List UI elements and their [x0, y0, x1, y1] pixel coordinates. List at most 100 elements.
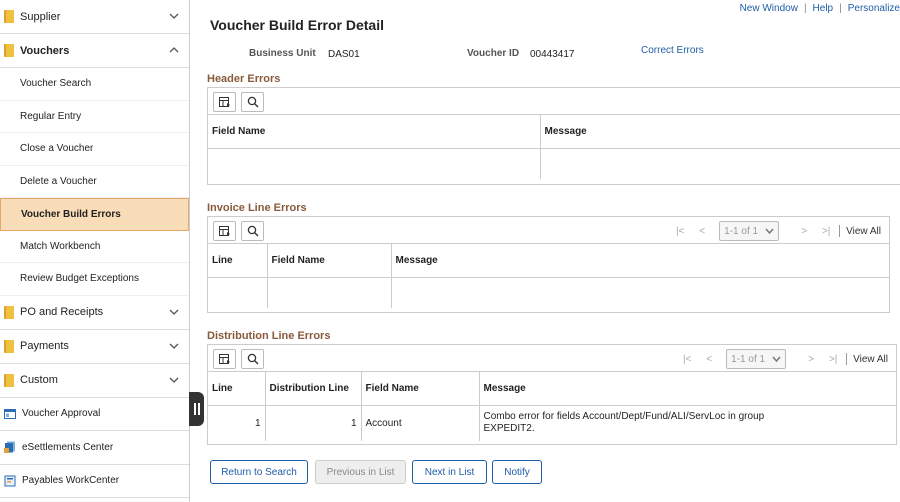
- grid-settings-icon: [218, 96, 230, 107]
- grid-settings-icon: [218, 225, 230, 236]
- nav-folder-vouchers[interactable]: Vouchers: [0, 34, 189, 68]
- header-errors-grid: Field Name Message: [207, 87, 900, 185]
- approval-window-icon: [4, 408, 16, 419]
- help-link[interactable]: Help: [813, 3, 834, 14]
- previous-page-icon[interactable]: <: [691, 226, 713, 237]
- chevron-down-icon: [169, 343, 179, 349]
- personalize-link[interactable]: Personalize: [848, 3, 900, 14]
- folder-icon: [4, 10, 14, 23]
- column-header: Field Name: [267, 244, 392, 278]
- chevron-down-icon: [169, 13, 179, 19]
- nav-folder-label: Custom: [20, 374, 58, 386]
- grid-pager: |< < 1-1 of 1 > >| View All: [676, 349, 888, 369]
- invoice-line-errors-grid: |< < 1-1 of 1 > >| View All Line Field N…: [207, 216, 890, 313]
- search-icon: [247, 225, 258, 237]
- voucher-id-label: Voucher ID: [467, 48, 520, 59]
- workcenter-icon: [4, 475, 16, 487]
- nav-folder-label: Vouchers: [20, 44, 70, 57]
- nav-item-delete-voucher[interactable]: Delete a Voucher: [0, 166, 189, 198]
- notify-button[interactable]: Notify: [492, 460, 542, 484]
- column-header: Message: [540, 115, 900, 149]
- grid-settings-icon: [218, 353, 230, 364]
- invoice-line-errors-table: Line Field Name Message: [208, 244, 889, 308]
- chevron-up-icon: [169, 47, 179, 53]
- business-unit-label: Business Unit: [249, 48, 316, 59]
- chevron-down-icon: [765, 228, 774, 234]
- page-range-select[interactable]: 1-1 of 1: [719, 221, 780, 241]
- folder-icon: [4, 305, 14, 319]
- grid-toolbar: |< < 1-1 of 1 > >| View All: [208, 345, 896, 372]
- find-button[interactable]: [241, 92, 264, 112]
- column-header: Message: [479, 372, 896, 406]
- first-page-icon[interactable]: |<: [676, 354, 698, 365]
- nav-item-voucher-build-errors[interactable]: Voucher Build Errors: [0, 198, 189, 231]
- column-header: Distribution Line: [265, 372, 362, 406]
- personalize-grid-button[interactable]: [213, 221, 236, 241]
- nav-folder-label: Supplier: [20, 10, 61, 23]
- nav-folder-label: Payments: [20, 340, 69, 352]
- voucher-id-value: 00443417: [530, 49, 575, 60]
- previous-in-list-button[interactable]: Previous in List: [315, 460, 406, 484]
- nav-folder-po-receipts[interactable]: PO and Receipts: [0, 295, 189, 330]
- nav-tile-esettlements[interactable]: eSettlements Center: [0, 431, 189, 465]
- table-row: [208, 277, 889, 308]
- top-links: New Window | Help | Personalize: [739, 3, 900, 14]
- nav-folder-custom[interactable]: Custom: [0, 363, 189, 398]
- nav-tile-label: eSettlements Center: [22, 441, 114, 453]
- distribution-line-errors-grid: |< < 1-1 of 1 > >| View All Line Distrib…: [207, 344, 897, 445]
- nav-item-match-workbench[interactable]: Match Workbench: [0, 231, 189, 263]
- page-range-select[interactable]: 1-1 of 1: [726, 349, 787, 369]
- correct-errors-link[interactable]: Correct Errors: [641, 45, 704, 56]
- column-header: Field Name: [208, 115, 541, 149]
- nav-tile-payables-workcenter[interactable]: Payables WorkCenter: [0, 465, 189, 498]
- grid-pager: |< < 1-1 of 1 > >| View All: [669, 221, 881, 241]
- personalize-grid-button[interactable]: [213, 92, 236, 112]
- previous-page-icon[interactable]: <: [698, 354, 720, 365]
- distribution-line-cell: 1: [265, 405, 362, 441]
- nav-item-voucher-search[interactable]: Voucher Search: [0, 68, 189, 101]
- table-row: 1 1 Account Combo error for fields Accou…: [208, 405, 896, 441]
- find-button[interactable]: [241, 221, 264, 241]
- next-page-icon[interactable]: >: [793, 226, 815, 237]
- find-button[interactable]: [241, 349, 264, 369]
- next-page-icon[interactable]: >: [800, 354, 822, 365]
- return-to-search-button[interactable]: Return to Search: [210, 460, 308, 484]
- last-page-icon[interactable]: >|: [822, 354, 844, 365]
- invoice-line-errors-title: Invoice Line Errors: [207, 202, 307, 214]
- nav-item-close-voucher[interactable]: Close a Voucher: [0, 133, 189, 166]
- search-icon: [247, 353, 258, 365]
- header-errors-title: Header Errors: [207, 73, 281, 85]
- next-in-list-button[interactable]: Next in List: [412, 460, 487, 484]
- nav-item-regular-entry[interactable]: Regular Entry: [0, 101, 189, 133]
- chevron-down-icon: [169, 309, 179, 315]
- view-all-link[interactable]: View All: [853, 354, 888, 365]
- nav-folder-label: PO and Receipts: [20, 306, 104, 318]
- page-range-text: 1-1 of 1: [724, 225, 759, 237]
- message-cell: Combo error for fields Account/Dept/Fund…: [483, 411, 765, 435]
- line-cell: 1: [208, 405, 266, 441]
- folder-icon: [4, 44, 14, 57]
- page-range-text: 1-1 of 1: [731, 353, 766, 365]
- nav-tile-voucher-approval[interactable]: Voucher Approval: [0, 398, 189, 431]
- first-page-icon[interactable]: |<: [669, 226, 691, 237]
- personalize-grid-button[interactable]: [213, 349, 236, 369]
- grid-toolbar: [208, 88, 900, 115]
- nav-folder-supplier[interactable]: Supplier: [0, 0, 189, 34]
- page-title: Voucher Build Error Detail: [210, 17, 384, 33]
- nav-folder-payments[interactable]: Payments: [0, 329, 189, 364]
- folder-icon: [4, 339, 14, 353]
- left-navigation: Supplier Vouchers Voucher Search Regular…: [0, 0, 190, 502]
- last-page-icon[interactable]: >|: [815, 226, 837, 237]
- view-all-link[interactable]: View All: [846, 226, 881, 237]
- header-errors-table: Field Name Message: [208, 115, 900, 179]
- distribution-line-errors-title: Distribution Line Errors: [207, 330, 331, 342]
- table-row: [208, 148, 900, 179]
- nav-item-review-budget-exceptions[interactable]: Review Budget Exceptions: [0, 263, 189, 296]
- main-content: New Window | Help | Personalize Voucher Buil…: [190, 0, 900, 502]
- column-header: Line: [208, 244, 268, 278]
- folder-icon: [4, 373, 14, 387]
- search-icon: [247, 96, 258, 108]
- new-window-link[interactable]: New Window: [740, 3, 798, 14]
- column-header: Field Name: [361, 372, 480, 406]
- chevron-down-icon: [169, 377, 179, 383]
